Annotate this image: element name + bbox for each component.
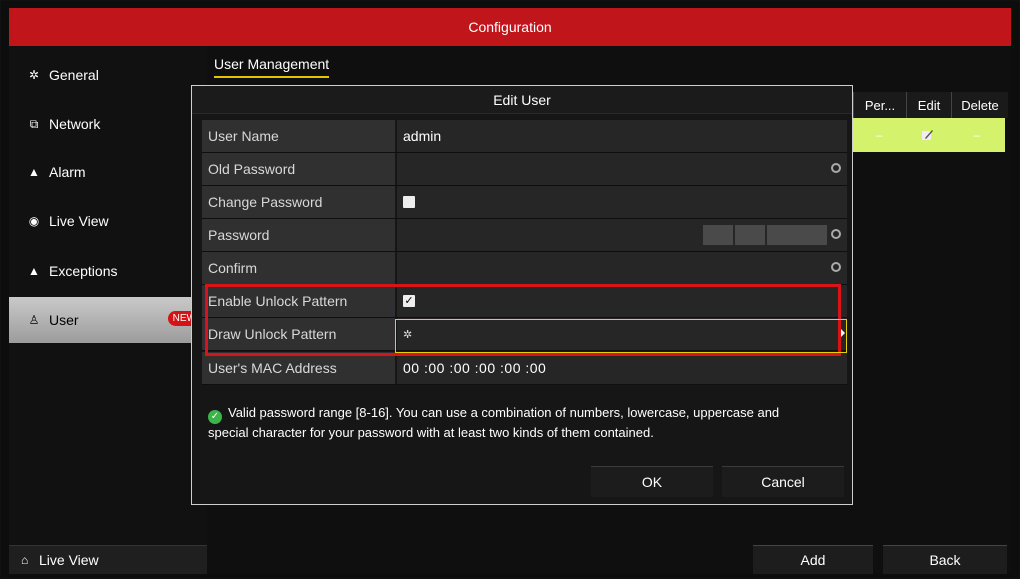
column-header-delete[interactable]: Delete bbox=[951, 92, 1008, 118]
delete-cell[interactable]: – bbox=[949, 118, 1005, 152]
gear-icon: ✲ bbox=[28, 68, 40, 82]
old-password-row: Old Password bbox=[202, 153, 847, 186]
column-header-permission[interactable]: Per... bbox=[853, 92, 906, 118]
home-icon: ⌂ bbox=[21, 553, 29, 567]
change-password-cell bbox=[397, 186, 847, 218]
sidebar-item-label: User bbox=[49, 312, 79, 328]
user-icon: ♙ bbox=[28, 313, 40, 327]
user-name-row: User Name admin bbox=[202, 120, 847, 153]
strength-bar-2 bbox=[735, 225, 765, 245]
table-header: Per... Edit Delete bbox=[853, 92, 1008, 118]
show-password-icon[interactable] bbox=[831, 163, 841, 173]
column-header-edit[interactable]: Edit bbox=[906, 92, 951, 118]
dialog-title: Edit User bbox=[192, 86, 852, 114]
show-password-icon[interactable] bbox=[831, 262, 841, 272]
sidebar-item-network[interactable]: ⧉ Network bbox=[9, 101, 207, 147]
strength-bar-3 bbox=[767, 225, 797, 245]
live-view-button[interactable]: ⌂ Live View bbox=[9, 545, 207, 574]
sidebar: ✲ General ⧉ Network ▲ Alarm ◉ Live View … bbox=[9, 46, 207, 573]
strength-bar-4 bbox=[797, 225, 827, 245]
change-password-label: Change Password bbox=[202, 186, 395, 218]
password-label: Password bbox=[202, 219, 395, 251]
sidebar-item-label: Network bbox=[49, 116, 101, 132]
sidebar-item-label: Live View bbox=[49, 213, 109, 229]
confirm-input[interactable] bbox=[397, 252, 847, 284]
tab-user-management[interactable]: User Management bbox=[214, 56, 330, 78]
show-password-icon[interactable] bbox=[831, 229, 841, 239]
password-info: ✓ Valid password range [8-16]. You can us… bbox=[208, 404, 808, 442]
strength-bar-1 bbox=[703, 225, 733, 245]
mac-address-label: User's MAC Address bbox=[202, 352, 395, 384]
edit-icon[interactable] bbox=[905, 118, 949, 152]
sidebar-item-general[interactable]: ✲ General bbox=[9, 52, 207, 98]
table-row[interactable]: – – bbox=[853, 118, 1005, 152]
sidebar-item-alarm[interactable]: ▲ Alarm bbox=[9, 149, 207, 195]
back-button[interactable]: Back bbox=[883, 545, 1007, 574]
sidebar-item-exceptions[interactable]: ▲ Exceptions bbox=[9, 248, 207, 294]
permission-cell[interactable]: – bbox=[853, 118, 905, 152]
add-button[interactable]: Add bbox=[753, 545, 873, 574]
old-password-label: Old Password bbox=[202, 153, 395, 185]
confirm-label: Confirm bbox=[202, 252, 395, 284]
app-frame: Configuration ✲ General ⧉ Network ▲ Alar… bbox=[0, 0, 1020, 579]
sidebar-item-live-view[interactable]: ◉ Live View bbox=[9, 198, 207, 244]
cancel-button[interactable]: Cancel bbox=[722, 466, 844, 497]
user-name-input[interactable]: admin bbox=[397, 120, 847, 152]
password-row: Password bbox=[202, 219, 847, 252]
change-password-checkbox[interactable] bbox=[403, 196, 415, 208]
mac-address-input[interactable]: 00 :00 :00 :00 :00 :00 bbox=[397, 352, 847, 384]
mac-address-row: User's MAC Address 00 :00 :00 :00 :00 :0… bbox=[202, 352, 847, 385]
change-password-row: Change Password bbox=[202, 186, 847, 219]
live-view-label: Live View bbox=[39, 552, 99, 568]
password-input[interactable] bbox=[397, 219, 847, 251]
sidebar-item-label: General bbox=[49, 67, 99, 83]
network-icon: ⧉ bbox=[29, 116, 39, 131]
old-password-input[interactable] bbox=[397, 153, 847, 185]
focus-highlight bbox=[395, 319, 847, 353]
eye-icon: ◉ bbox=[28, 214, 40, 228]
confirm-row: Confirm bbox=[202, 252, 847, 285]
user-name-label: User Name bbox=[202, 120, 395, 152]
sidebar-item-label: Alarm bbox=[49, 164, 86, 180]
warning-icon: ▲ bbox=[28, 264, 40, 278]
ok-button[interactable]: OK bbox=[591, 466, 713, 497]
window-title: Configuration bbox=[9, 8, 1011, 46]
sidebar-item-user[interactable]: ♙ User NEW bbox=[9, 297, 207, 343]
sidebar-item-label: Exceptions bbox=[49, 263, 118, 279]
alarm-icon: ▲ bbox=[28, 165, 40, 179]
check-circle-icon: ✓ bbox=[208, 410, 222, 424]
password-info-text: Valid password range [8-16]. You can use… bbox=[208, 405, 780, 440]
